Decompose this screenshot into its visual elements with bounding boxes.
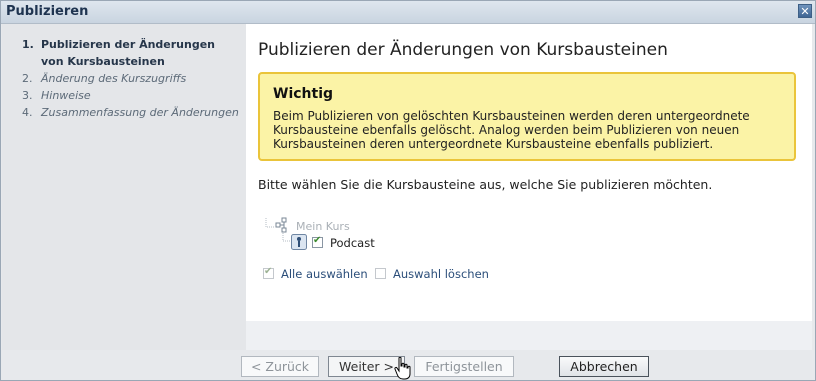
cancel-button[interactable]: Abbrechen xyxy=(559,356,649,377)
title-bar: Publizieren ✕ xyxy=(1,1,815,24)
close-button[interactable]: ✕ xyxy=(798,4,812,18)
tree-node-label: Podcast xyxy=(330,236,375,250)
wizard-steps-panel: 1. Publizieren der Änderungen von Kursba… xyxy=(2,24,246,350)
warning-text: Beim Publizieren von gelöschten Kursbaus… xyxy=(273,109,750,151)
step-number: 1. xyxy=(22,38,34,51)
wizard-step-1: 1. Publizieren der Änderungen von Kursba… xyxy=(22,36,240,70)
warning-box: Wichtig Beim Publizieren von gelöschten … xyxy=(258,72,796,161)
page-title: Publizieren der Änderungen von Kursbaust… xyxy=(258,40,668,60)
step-number: 3. xyxy=(22,89,33,102)
wizard-steps: 1. Publizieren der Änderungen von Kursba… xyxy=(22,36,240,121)
close-icon: ✕ xyxy=(800,5,810,18)
deselect-checkbox[interactable] xyxy=(375,268,386,279)
step-label: Änderung des Kurszugriffs xyxy=(41,72,187,85)
select-all-link[interactable]: Alle auswählen xyxy=(281,267,368,281)
mouse-pointer-icon xyxy=(394,357,411,380)
wizard-step-2: 2. Änderung des Kurszugriffs xyxy=(22,70,240,87)
step-number: 2. xyxy=(22,72,33,85)
step-number: 4. xyxy=(22,106,33,119)
wizard-step-3: 3. Hinweise xyxy=(22,87,240,104)
finish-button[interactable]: Fertigstellen xyxy=(414,356,514,377)
step-label: Hinweise xyxy=(41,89,91,102)
publish-dialog: Publizieren ✕ 1. Publizieren der Änderun… xyxy=(0,0,816,381)
warning-title: Wichtig xyxy=(273,86,334,102)
podcast-checkbox[interactable] xyxy=(312,235,323,248)
step-label: Publizieren der Änderungen von Kursbaust… xyxy=(41,38,216,68)
instruction-text: Bitte wählen Sie die Kursbausteine aus, … xyxy=(258,177,713,192)
step-label: Zusammenfassung der Änderungen xyxy=(41,106,239,119)
dialog-title: Publizieren xyxy=(6,4,89,19)
podcast-icon xyxy=(291,234,307,250)
main-content: Publizieren der Änderungen von Kursbaust… xyxy=(246,24,812,321)
wizard-step-4: 4. Zusammenfassung der Änderungen xyxy=(22,104,240,121)
deselect-link[interactable]: Auswahl löschen xyxy=(393,267,489,281)
content-bottom-strip xyxy=(246,321,812,350)
wizard-footer: < Zurück Weiter > Fertigstellen Abbreche… xyxy=(1,351,815,380)
back-button[interactable]: < Zurück xyxy=(241,356,319,377)
tree-root-label: Mein Kurs xyxy=(296,220,350,233)
select-all-checkbox[interactable] xyxy=(263,266,274,279)
